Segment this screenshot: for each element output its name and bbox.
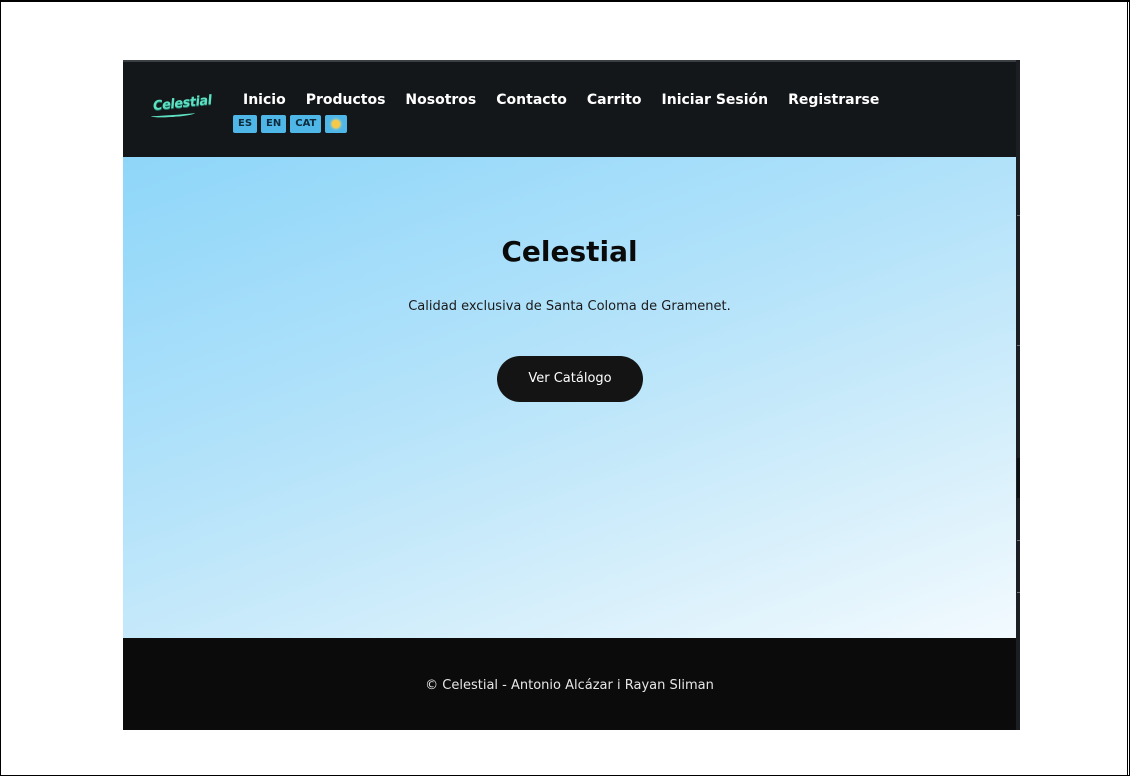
scrollbar-tick xyxy=(1017,345,1020,346)
theme-toggle-button[interactable] xyxy=(325,115,348,133)
browser-viewport: Celestial Inicio Productos Nosotros Cont… xyxy=(123,60,1020,730)
nav-links: Inicio Productos Nosotros Contacto Carri… xyxy=(243,92,899,108)
scrollbar-tick xyxy=(1017,540,1020,541)
navbar: Celestial Inicio Productos Nosotros Cont… xyxy=(123,60,1016,157)
hero-section: Celestial Calidad exclusiva de Santa Col… xyxy=(123,157,1016,638)
nav-link-registrarse[interactable]: Registrarse xyxy=(788,92,879,108)
view-catalog-button[interactable]: Ver Catálogo xyxy=(497,356,643,402)
scrollbar-tick xyxy=(1017,592,1020,593)
lang-button-es[interactable]: ES xyxy=(233,115,258,133)
nav-link-carrito[interactable]: Carrito xyxy=(587,92,642,108)
hero-title: Celestial xyxy=(501,235,638,268)
hero-subtitle: Calidad exclusiva de Santa Coloma de Gra… xyxy=(408,299,731,314)
nav-link-nosotros[interactable]: Nosotros xyxy=(405,92,476,108)
footer-copyright: © Celestial - Antonio Alcázar i Rayan Sl… xyxy=(425,678,714,693)
footer: © Celestial - Antonio Alcázar i Rayan Sl… xyxy=(123,638,1016,730)
nav-link-inicio[interactable]: Inicio xyxy=(243,92,286,108)
nav-link-iniciar-sesion[interactable]: Iniciar Sesión xyxy=(662,92,769,108)
scrollbar-thumb[interactable] xyxy=(1017,458,1020,498)
frame-divider xyxy=(1127,2,1128,776)
sun-icon xyxy=(332,120,341,128)
lang-button-cat[interactable]: CAT xyxy=(290,115,322,133)
nav-link-contacto[interactable]: Contacto xyxy=(496,92,567,108)
language-switcher: ES EN CAT xyxy=(233,115,348,133)
viewport-scrollbar-edge xyxy=(1016,60,1020,730)
nav-link-productos[interactable]: Productos xyxy=(306,92,386,108)
scrollbar-tick xyxy=(1017,215,1020,216)
lang-button-en[interactable]: EN xyxy=(261,115,287,133)
